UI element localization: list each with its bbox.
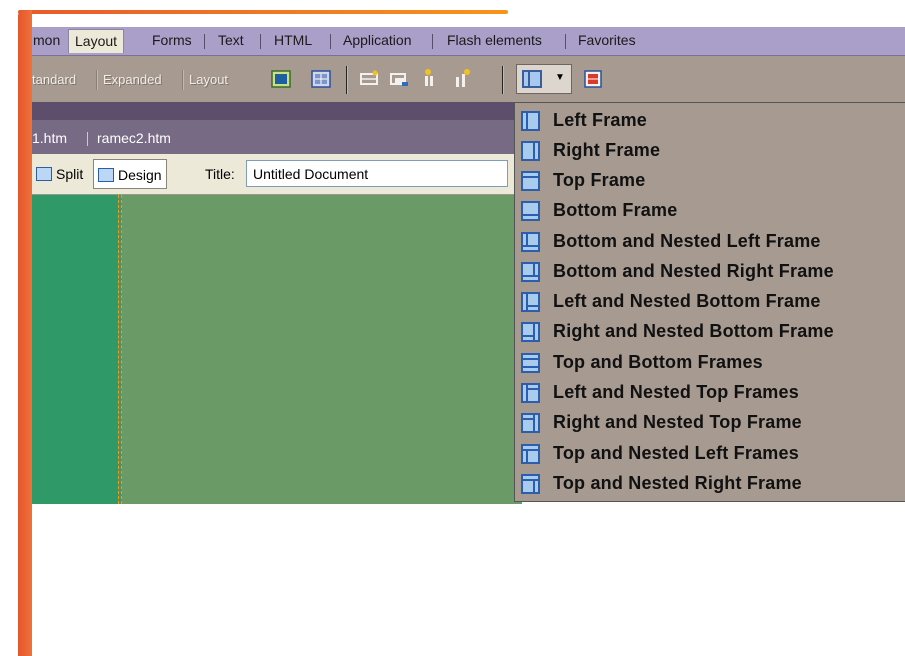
menu-item-label: Top and Bottom Frames [553, 352, 763, 372]
div-icon[interactable] [420, 68, 442, 90]
menu-item-bottom-nested-left-frame[interactable]: Bottom and Nested Left Frame [515, 227, 905, 257]
tab-common[interactable]: mon [33, 32, 60, 48]
bottom-nested-left-frame-icon [521, 232, 540, 252]
frames-icon [522, 70, 542, 88]
menu-item-label: Right Frame [553, 140, 661, 160]
menu-item-label: Bottom and Nested Right Frame [553, 261, 834, 281]
toolbar-separator [96, 70, 98, 90]
menu-item-label: Bottom and Nested Left Frame [553, 231, 821, 251]
menu-item-top-and-bottom-frames[interactable]: Top and Bottom Frames [515, 348, 905, 378]
tabular-data-icon[interactable] [582, 68, 604, 90]
document-title-input[interactable] [246, 160, 508, 187]
tab-forms[interactable]: Forms [152, 32, 192, 48]
bottom-frame-icon [521, 201, 540, 221]
menu-item-bottom-nested-right-frame[interactable]: Bottom and Nested Right Frame [515, 257, 905, 287]
menu-item-label: Top and Nested Right Frame [553, 473, 802, 493]
menu-item-label: Top Frame [553, 170, 646, 190]
toolbar-separator [182, 70, 184, 90]
split-view-button[interactable]: Split [32, 159, 87, 189]
menu-item-right-nested-bottom-frame[interactable]: Right and Nested Bottom Frame [515, 317, 905, 347]
menu-item-bottom-frame[interactable]: Bottom Frame [515, 196, 905, 226]
document-tab-separator [87, 132, 88, 146]
frames-dropdown-button[interactable]: ▼ [516, 64, 572, 94]
menu-item-label: Right and Nested Bottom Frame [553, 321, 834, 341]
menu-item-left-frame[interactable]: Left Frame [515, 106, 905, 136]
menu-item-right-nested-top-frame[interactable]: Right and Nested Top Frame [515, 408, 905, 438]
left-frame-area[interactable] [32, 195, 118, 504]
orange-frame-left [18, 10, 32, 656]
design-icon [98, 168, 114, 182]
top-frame-icon [521, 171, 540, 191]
insert-bar-tabs: mon Layout Forms Text HTML Application F… [32, 27, 905, 56]
menu-item-label: Top and Nested Left Frames [553, 443, 799, 463]
tab-application[interactable]: Application [343, 32, 412, 48]
right-frame-icon [521, 141, 540, 161]
document-tab-ramec2[interactable]: ramec2.htm [97, 130, 171, 146]
right-nested-top-frame-icon [521, 413, 540, 433]
menu-item-label: Bottom Frame [553, 200, 678, 220]
orange-frame-top [18, 10, 508, 14]
layout-cell-icon[interactable] [388, 68, 410, 90]
toolbar-separator [346, 66, 348, 94]
split-icon [36, 167, 52, 181]
split-label: Split [56, 166, 84, 182]
tab-html[interactable]: HTML [274, 32, 312, 48]
layout-table-icon[interactable] [358, 68, 380, 90]
tab-separator [330, 34, 331, 49]
design-canvas[interactable] [32, 195, 522, 504]
mode-layout-button[interactable]: Layout [189, 72, 228, 87]
menu-item-label: Left Frame [553, 110, 648, 130]
tab-text[interactable]: Text [218, 32, 244, 48]
tab-separator [432, 34, 433, 49]
menu-item-top-nested-right-frame[interactable]: Top and Nested Right Frame [515, 469, 905, 499]
toolbar-separator [502, 66, 504, 94]
bottom-nested-right-frame-icon [521, 262, 540, 282]
title-label: Title: [205, 166, 235, 182]
menu-item-label: Right and Nested Top Frame [553, 412, 802, 432]
table-icon[interactable] [270, 68, 292, 90]
menu-item-label: Left and Nested Top Frames [553, 382, 799, 402]
frames-menu: Left Frame Right Frame Top Frame Bottom … [514, 102, 905, 502]
top-nested-left-frames-icon [521, 444, 540, 464]
top-and-bottom-frames-icon [521, 353, 540, 373]
tab-layout[interactable]: Layout [68, 29, 125, 53]
document-tab-1[interactable]: 1.htm [32, 130, 67, 146]
mode-expanded-button[interactable]: Expanded [103, 72, 162, 87]
menu-item-label: Left and Nested Bottom Frame [553, 291, 821, 311]
tab-separator [260, 34, 261, 49]
top-nested-right-frame-icon [521, 474, 540, 494]
layer-icon[interactable] [310, 68, 332, 90]
mode-standard-button[interactable]: tandard [32, 72, 76, 87]
left-nested-bottom-frame-icon [521, 292, 540, 312]
insert-toolbar: tandard Expanded Layout ▼ [32, 56, 905, 102]
frame-border-handle[interactable] [118, 195, 122, 504]
left-frame-icon [521, 111, 540, 131]
tab-favorites[interactable]: Favorites [578, 32, 636, 48]
chevron-down-icon: ▼ [555, 72, 565, 83]
menu-item-top-nested-left-frames[interactable]: Top and Nested Left Frames [515, 439, 905, 469]
tab-flash-elements[interactable]: Flash elements [447, 32, 542, 48]
tab-separator [565, 34, 566, 49]
design-label: Design [118, 167, 162, 183]
design-view-button[interactable]: Design [93, 159, 167, 189]
left-nested-top-frames-icon [521, 383, 540, 403]
menu-item-left-nested-bottom-frame[interactable]: Left and Nested Bottom Frame [515, 287, 905, 317]
menu-item-right-frame[interactable]: Right Frame [515, 136, 905, 166]
frame-tag-icon[interactable] [452, 68, 474, 90]
right-nested-bottom-frame-icon [521, 322, 540, 342]
menu-item-left-nested-top-frames[interactable]: Left and Nested Top Frames [515, 378, 905, 408]
menu-item-top-frame[interactable]: Top Frame [515, 166, 905, 196]
tab-separator [204, 34, 205, 49]
